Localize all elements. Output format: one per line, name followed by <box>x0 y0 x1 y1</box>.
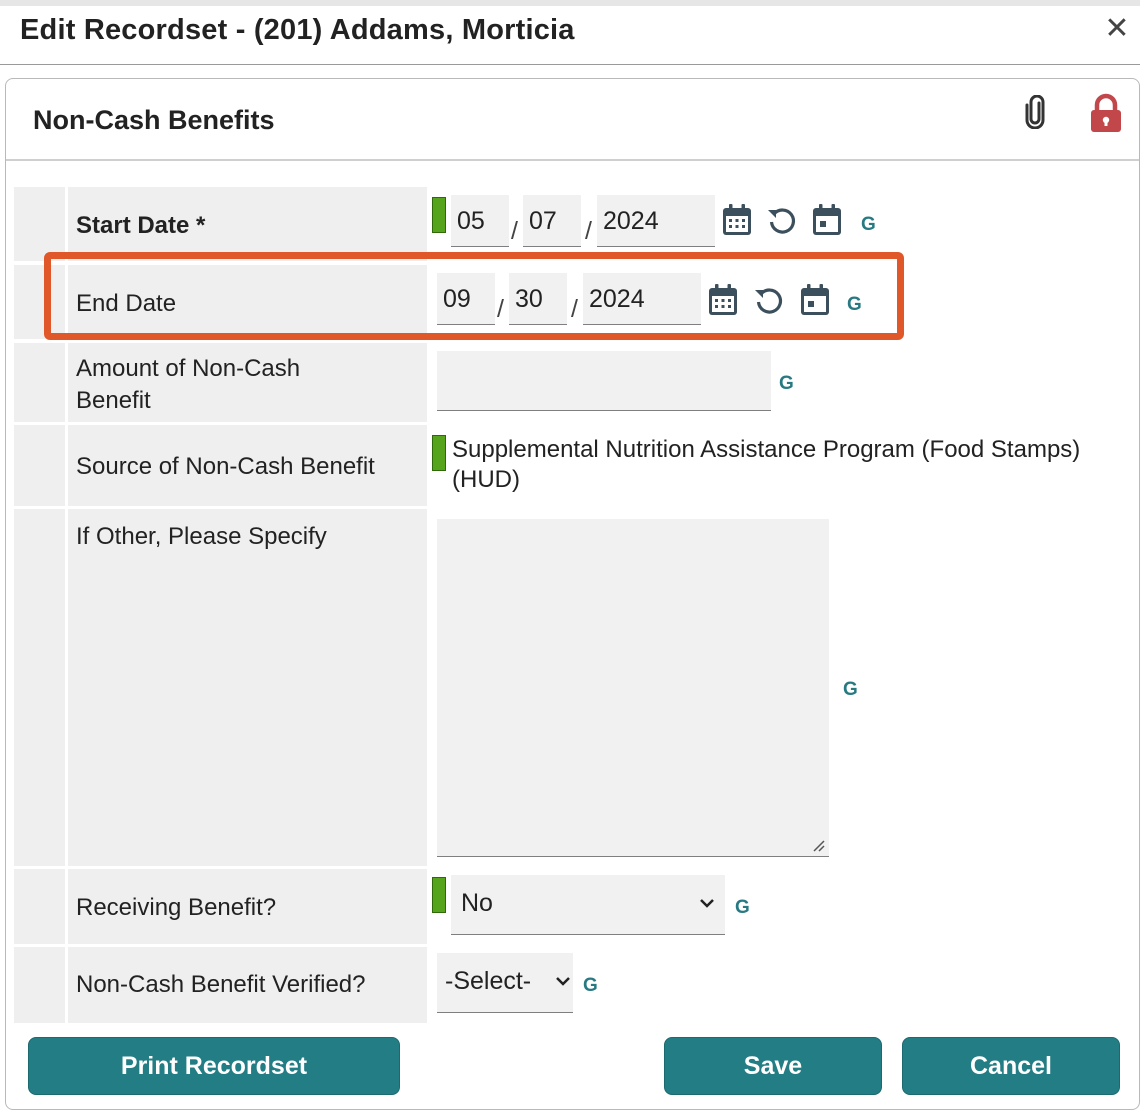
row-amount: Amount of Non-Cash Benefit G <box>11 343 1136 425</box>
title-divider <box>0 64 1140 65</box>
date-separator: / <box>585 217 592 245</box>
save-button[interactable]: Save <box>664 1037 882 1095</box>
row-separator <box>14 339 427 342</box>
panel-header: Non-Cash Benefits <box>6 79 1139 161</box>
chevron-down-icon <box>556 977 570 986</box>
g-link[interactable]: G <box>779 373 794 395</box>
required-indicator <box>432 197 446 233</box>
row-separator <box>14 261 427 264</box>
row-gutter <box>14 509 65 869</box>
receiving-select-value: No <box>461 889 493 917</box>
required-indicator <box>432 877 446 913</box>
row-gutter <box>14 265 65 342</box>
row-gutter <box>14 425 65 509</box>
g-link[interactable]: G <box>583 975 598 997</box>
end-date-day-input[interactable]: 30 <box>509 273 567 325</box>
source-value: Supplemental Nutrition Assistance Progra… <box>452 436 1081 493</box>
end-date-month-input[interactable]: 09 <box>437 273 495 325</box>
row-end-date: End Date 09 / 30 / 2024 G <box>11 265 1136 342</box>
amount-label: Amount of Non-Cash Benefit <box>68 343 427 425</box>
verified-select-value: -Select- <box>445 967 532 995</box>
start-date-label: Start Date * <box>68 187 427 264</box>
close-icon[interactable]: ✕ <box>1100 12 1134 46</box>
reset-icon[interactable] <box>753 285 785 317</box>
chevron-down-icon <box>700 899 714 908</box>
g-link[interactable]: G <box>847 294 862 316</box>
dialog-title: Edit Recordset - (201) Addams, Morticia <box>20 14 575 46</box>
top-border <box>0 0 1140 6</box>
other-label: If Other, Please Specify <box>68 509 427 869</box>
date-separator: / <box>571 295 578 323</box>
lock-icon[interactable] <box>1088 93 1124 133</box>
calendar-icon[interactable] <box>721 203 753 237</box>
row-gutter <box>14 869 65 947</box>
row-source: Source of Non-Cash Benefit Supplemental … <box>11 425 1136 509</box>
end-date-year-input[interactable]: 2024 <box>583 273 701 325</box>
receiving-select[interactable]: No <box>451 875 725 935</box>
row-gutter <box>14 947 65 1023</box>
required-indicator <box>432 435 446 471</box>
start-date-day-input[interactable]: 07 <box>523 195 581 247</box>
cancel-button[interactable]: Cancel <box>902 1037 1120 1095</box>
g-link[interactable]: G <box>861 214 876 236</box>
g-link[interactable]: G <box>735 897 750 919</box>
verified-select[interactable]: -Select- <box>437 953 573 1013</box>
resize-grip-icon[interactable] <box>811 838 825 852</box>
row-gutter <box>14 343 65 425</box>
receiving-label: Receiving Benefit? <box>68 869 427 947</box>
row-other: If Other, Please Specify G <box>11 509 1136 869</box>
row-gutter <box>14 187 65 264</box>
date-separator: / <box>511 217 518 245</box>
date-separator: / <box>497 295 504 323</box>
panel-title: Non-Cash Benefits <box>33 105 275 135</box>
source-label: Source of Non-Cash Benefit <box>68 425 427 509</box>
calendar-icon[interactable] <box>707 283 739 317</box>
reset-icon[interactable] <box>766 205 798 237</box>
g-link[interactable]: G <box>843 679 858 701</box>
row-start-date: Start Date * 05 / 07 / 2024 G <box>11 187 1136 264</box>
paperclip-icon[interactable] <box>1022 95 1048 129</box>
end-date-label: End Date <box>68 265 427 342</box>
verified-label: Non-Cash Benefit Verified? <box>68 947 427 1023</box>
start-date-month-input[interactable]: 05 <box>451 195 509 247</box>
start-date-year-input[interactable]: 2024 <box>597 195 715 247</box>
today-icon[interactable] <box>799 283 831 317</box>
row-receiving: Receiving Benefit? No G <box>11 869 1136 947</box>
amount-input[interactable] <box>437 351 771 411</box>
other-textarea[interactable] <box>437 519 829 857</box>
row-verified: Non-Cash Benefit Verified? -Select- G <box>11 947 1136 1023</box>
non-cash-benefits-panel: Non-Cash Benefits Start Date * 05 / 07 /… <box>5 78 1140 1110</box>
today-icon[interactable] <box>811 203 843 237</box>
print-recordset-button[interactable]: Print Recordset <box>28 1037 400 1095</box>
